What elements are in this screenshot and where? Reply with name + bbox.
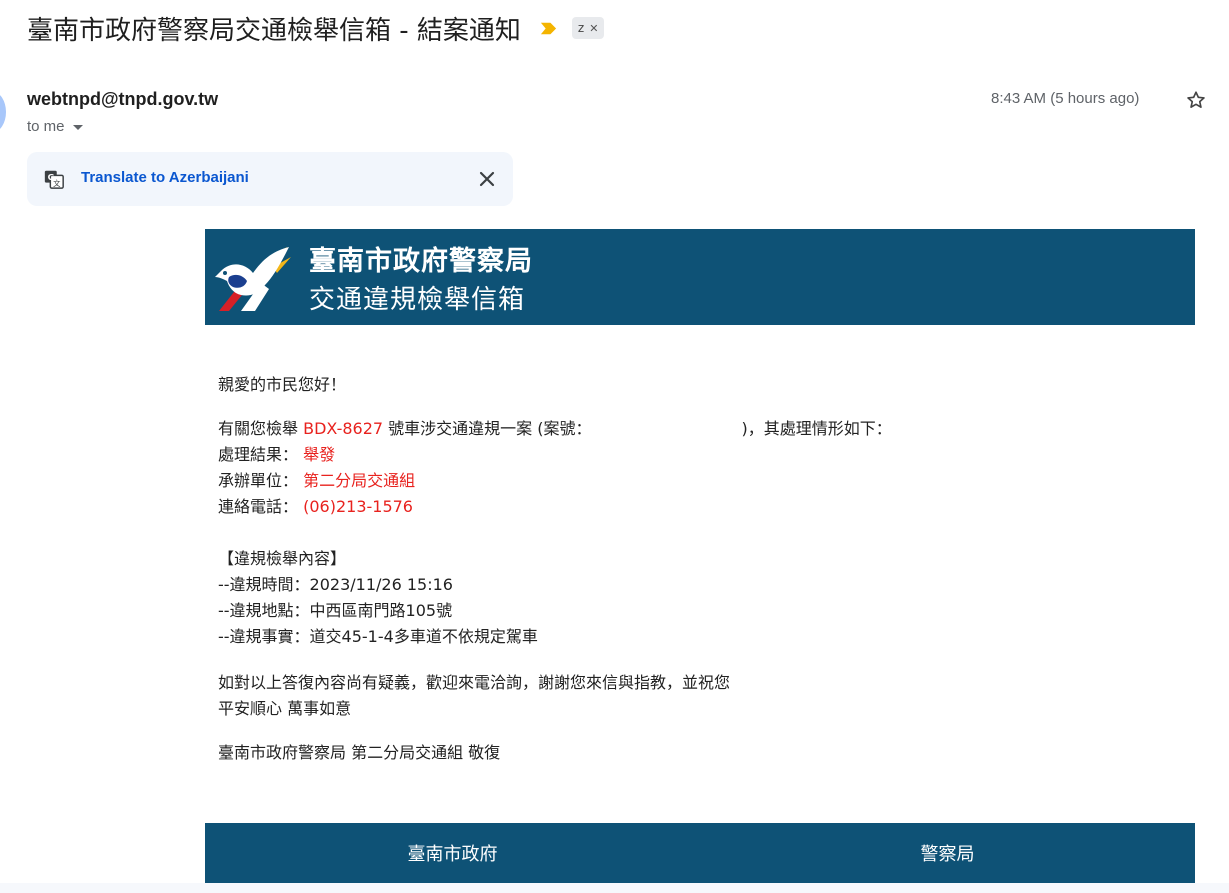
label-chip[interactable]: z ✕ (571, 17, 605, 39)
label-chip-text: z (577, 21, 585, 35)
translate-icon: G 文 (44, 170, 64, 189)
greeting: 親愛的市民您好！ (218, 375, 347, 394)
phone-label: 連絡電話： (218, 497, 299, 516)
email-subject: 臺南市政府警察局交通檢舉信箱 - 結案通知 (27, 15, 521, 46)
closing-line-1: 如對以上答復內容尚有疑義，歡迎來電洽詢，謝謝您來信與指教，並祝您 (218, 673, 731, 692)
chevron-down-icon[interactable] (72, 125, 83, 130)
result-value: 舉發 (303, 445, 336, 464)
bottom-strip (0, 883, 1229, 893)
important-marker-icon[interactable] (539, 19, 558, 38)
result-line: 處理結果： 舉發 (218, 442, 1118, 468)
violation-fact: --違規事實：道交45-1-4多車道不依規定駕車 (218, 627, 538, 646)
plate-number: BDX-8627 (303, 419, 384, 438)
signature: 臺南市政府警察局 第二分局交通組 敬復 (218, 743, 501, 762)
phone-line: 連絡電話： (06)213-1576 (218, 494, 1118, 520)
police-footer: 臺南市政府 警察局 (205, 823, 1195, 883)
section-title: 【違規檢舉內容】 (218, 549, 347, 568)
banner-title: 臺南市政府警察局 (309, 246, 533, 277)
result-label: 處理結果： (218, 445, 299, 464)
translate-link[interactable]: Translate to Azerbaijani (81, 169, 249, 186)
email-timestamp: 8:43 AM (5 hours ago) (991, 90, 1140, 107)
star-icon[interactable] (1185, 89, 1207, 111)
svg-text:文: 文 (53, 179, 61, 188)
unit-value: 第二分局交通組 (303, 471, 416, 490)
email-body: 親愛的市民您好！ 有關您檢舉 BDX-8627 號車涉交通違規一案 (案號： )，… (218, 372, 1118, 766)
report-suffix: )，其處理情形如下： (741, 419, 892, 438)
unit-label: 承辦單位： (218, 471, 299, 490)
unit-line: 承辦單位： 第二分局交通組 (218, 468, 1118, 494)
translate-bar: G 文 Translate to Azerbaijani (27, 152, 513, 206)
report-prefix: 有關您檢舉 (218, 419, 299, 438)
sender-avatar[interactable] (0, 92, 6, 132)
violation-place: --違規地點：中西區南門路105號 (218, 601, 453, 620)
closing-line-2: 平安順心 萬事如意 (218, 699, 352, 718)
report-line: 有關您檢舉 BDX-8627 號車涉交通違規一案 (案號： )，其處理情形如下： (218, 416, 1118, 442)
violation-time: --違規時間：2023/11/26 15:16 (218, 575, 453, 594)
report-mid: 號車涉交通違規一案 (案號： (388, 419, 592, 438)
police-dove-logo (215, 247, 291, 311)
recipient-details[interactable]: to me (27, 118, 83, 135)
phone-value[interactable]: (06)213-1576 (303, 497, 413, 516)
recipient-label: to me (27, 118, 65, 135)
police-banner: 臺南市政府警察局 交通違規檢舉信箱 (205, 229, 1195, 325)
sender-address[interactable]: webtnpd@tnpd.gov.tw (27, 89, 218, 110)
subject-row: 臺南市政府警察局交通檢舉信箱 - 結案通知 z ✕ (27, 8, 605, 48)
banner-subtitle: 交通違規檢舉信箱 (309, 285, 526, 315)
close-icon[interactable] (477, 169, 497, 189)
footer-left: 臺南市政府 (407, 844, 498, 865)
remove-label-icon[interactable]: ✕ (589, 22, 598, 35)
footer-right: 警察局 (920, 844, 975, 865)
